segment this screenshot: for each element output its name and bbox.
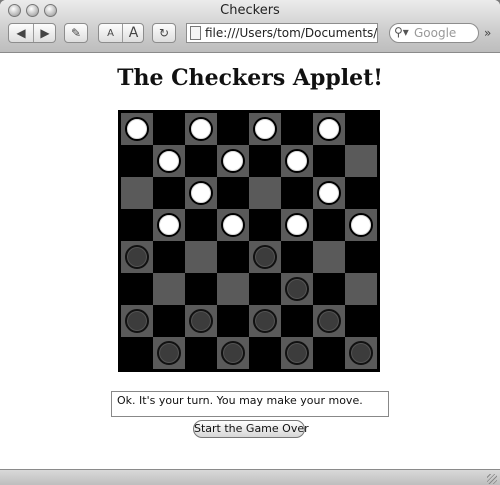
board-square[interactable] xyxy=(345,241,377,273)
search-glass-icon: ⚲▾ xyxy=(394,25,409,39)
board-square[interactable] xyxy=(313,273,345,305)
page-content: The Checkers Applet! Ok. It's your turn.… xyxy=(0,53,500,469)
back-button[interactable]: ◀ xyxy=(9,24,34,42)
board-square[interactable] xyxy=(121,145,153,177)
board-square[interactable] xyxy=(153,177,185,209)
board-square[interactable] xyxy=(249,337,281,369)
board-square[interactable] xyxy=(153,305,185,337)
reload-icon: ↻ xyxy=(158,26,170,40)
browser-window: Checkers ◀ ▶ ✎ A A ↻ file:///Users/tom/D… xyxy=(0,0,500,485)
black-checker-piece[interactable] xyxy=(125,245,149,269)
board-square[interactable] xyxy=(345,177,377,209)
board-square[interactable] xyxy=(185,145,217,177)
white-checker-piece[interactable] xyxy=(285,213,309,237)
board-square[interactable] xyxy=(153,273,185,305)
text-smaller-button[interactable]: A xyxy=(99,24,123,42)
address-text: file:///Users/tom/Documents/D xyxy=(205,26,378,40)
text-bigger-button[interactable]: A xyxy=(122,24,145,42)
board-square[interactable] xyxy=(281,305,313,337)
board-square[interactable] xyxy=(153,113,185,145)
black-checker-piece[interactable] xyxy=(285,341,309,365)
board-square[interactable] xyxy=(121,337,153,369)
black-checker-piece[interactable] xyxy=(349,341,373,365)
board-square[interactable] xyxy=(345,273,377,305)
status-message-field[interactable]: Ok. It's your turn. You may make your mo… xyxy=(111,391,389,417)
board-square[interactable] xyxy=(217,273,249,305)
pencil-icon: ✎ xyxy=(70,26,82,40)
white-checker-piece[interactable] xyxy=(221,149,245,173)
page-heading: The Checkers Applet! xyxy=(117,65,383,91)
edit-bookmark-button[interactable]: ✎ xyxy=(64,23,88,43)
reload-button[interactable]: ↻ xyxy=(152,23,176,43)
resize-grip-icon[interactable] xyxy=(487,474,497,484)
board-square[interactable] xyxy=(249,145,281,177)
black-checker-piece[interactable] xyxy=(253,245,277,269)
board-square[interactable] xyxy=(313,145,345,177)
black-checker-piece[interactable] xyxy=(285,277,309,301)
board-square[interactable] xyxy=(153,241,185,273)
status-bar xyxy=(0,469,500,485)
checkers-board[interactable] xyxy=(118,110,380,372)
board-square[interactable] xyxy=(185,337,217,369)
board-square[interactable] xyxy=(121,177,153,209)
board-square[interactable] xyxy=(185,209,217,241)
white-checker-piece[interactable] xyxy=(157,213,181,237)
address-field[interactable]: file:///Users/tom/Documents/D xyxy=(186,23,378,43)
text-size-control: A A xyxy=(98,23,144,43)
search-field[interactable]: ⚲▾ Google xyxy=(389,23,479,43)
board-square[interactable] xyxy=(345,113,377,145)
window-title: Checkers xyxy=(220,3,280,18)
board-square[interactable] xyxy=(313,241,345,273)
white-checker-piece[interactable] xyxy=(189,117,213,141)
board-square[interactable] xyxy=(281,241,313,273)
forward-icon: ▶ xyxy=(40,26,50,40)
black-checker-piece[interactable] xyxy=(253,309,277,333)
white-checker-piece[interactable] xyxy=(157,149,181,173)
board-square[interactable] xyxy=(121,209,153,241)
back-forward-control: ◀ ▶ xyxy=(8,23,56,43)
board-square[interactable] xyxy=(249,273,281,305)
white-checker-piece[interactable] xyxy=(221,213,245,237)
board-square[interactable] xyxy=(217,177,249,209)
board-square[interactable] xyxy=(185,241,217,273)
white-checker-piece[interactable] xyxy=(317,117,341,141)
start-game-over-button[interactable]: Start the Game Over xyxy=(193,420,309,438)
toolbar-overflow-button[interactable]: » xyxy=(484,26,491,40)
board-square[interactable] xyxy=(185,273,217,305)
page-icon xyxy=(190,26,201,40)
black-checker-piece[interactable] xyxy=(189,309,213,333)
board-square[interactable] xyxy=(345,145,377,177)
title-bar: Checkers ◀ ▶ ✎ A A ↻ file:///Users/tom/D… xyxy=(0,0,500,53)
white-checker-piece[interactable] xyxy=(349,213,373,237)
white-checker-piece[interactable] xyxy=(189,181,213,205)
board-square[interactable] xyxy=(281,177,313,209)
board-square[interactable] xyxy=(249,177,281,209)
forward-button[interactable]: ▶ xyxy=(33,24,57,42)
board-square[interactable] xyxy=(345,305,377,337)
board-square[interactable] xyxy=(217,113,249,145)
board-square[interactable] xyxy=(313,337,345,369)
board-square[interactable] xyxy=(249,209,281,241)
black-checker-piece[interactable] xyxy=(157,341,181,365)
back-icon: ◀ xyxy=(16,26,26,40)
white-checker-piece[interactable] xyxy=(125,117,149,141)
black-checker-piece[interactable] xyxy=(125,309,149,333)
black-checker-piece[interactable] xyxy=(317,309,341,333)
board-square[interactable] xyxy=(217,241,249,273)
board-square[interactable] xyxy=(217,305,249,337)
board-square[interactable] xyxy=(281,113,313,145)
black-checker-piece[interactable] xyxy=(221,341,245,365)
board-square[interactable] xyxy=(313,209,345,241)
search-placeholder: Google xyxy=(414,26,457,40)
board-square[interactable] xyxy=(121,273,153,305)
white-checker-piece[interactable] xyxy=(285,149,309,173)
white-checker-piece[interactable] xyxy=(253,117,277,141)
white-checker-piece[interactable] xyxy=(317,181,341,205)
